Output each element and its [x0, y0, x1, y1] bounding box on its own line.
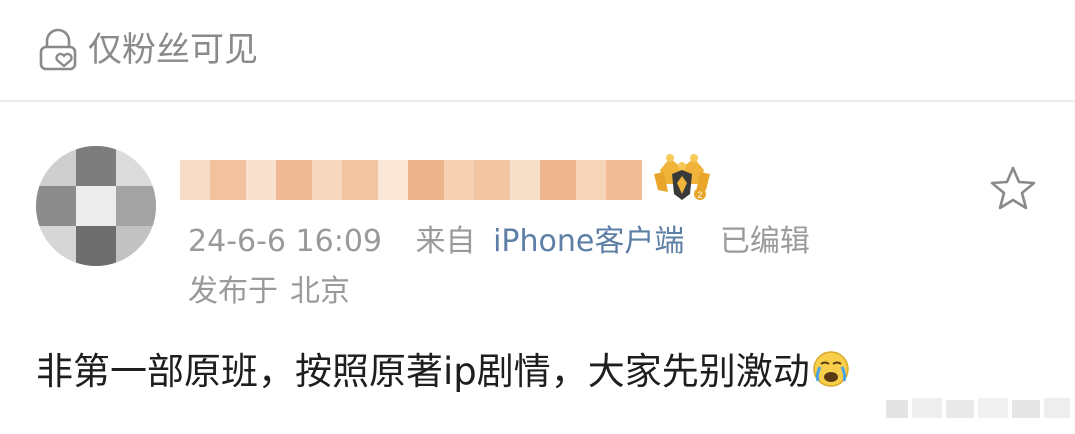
- svg-text:2: 2: [697, 190, 702, 200]
- post-text: 非第一部原班，按照原著ip剧情，大家先别激动: [36, 346, 850, 398]
- location-prefix: 发布于: [188, 274, 278, 309]
- location-value: 北京: [290, 274, 350, 309]
- visibility-bar: 仅粉丝可见: [0, 0, 1075, 102]
- lock-heart-icon: [39, 28, 77, 71]
- post-meta: 24-6-6 16:09 来自 iPhone客户端 已编辑: [188, 220, 810, 264]
- post-location: 发布于 北京: [188, 270, 350, 314]
- star-outline-icon[interactable]: [988, 164, 1038, 214]
- blurred-watermark: [886, 392, 1072, 422]
- edited-label[interactable]: 已编辑: [720, 220, 810, 264]
- post-time: 24-6-6 16:09: [188, 224, 382, 259]
- post-body-text: 非第一部原班，按照原著ip剧情，大家先别激动: [36, 350, 810, 393]
- source-prefix: 来自: [415, 224, 476, 259]
- visibility-label: 仅粉丝可见: [88, 30, 258, 70]
- crown-badge-icon: 2: [654, 154, 710, 200]
- username[interactable]: [180, 160, 642, 200]
- source-client-link[interactable]: iPhone客户端: [493, 220, 684, 264]
- crying-face-emoji-icon: [813, 351, 849, 387]
- avatar[interactable]: [36, 146, 156, 266]
